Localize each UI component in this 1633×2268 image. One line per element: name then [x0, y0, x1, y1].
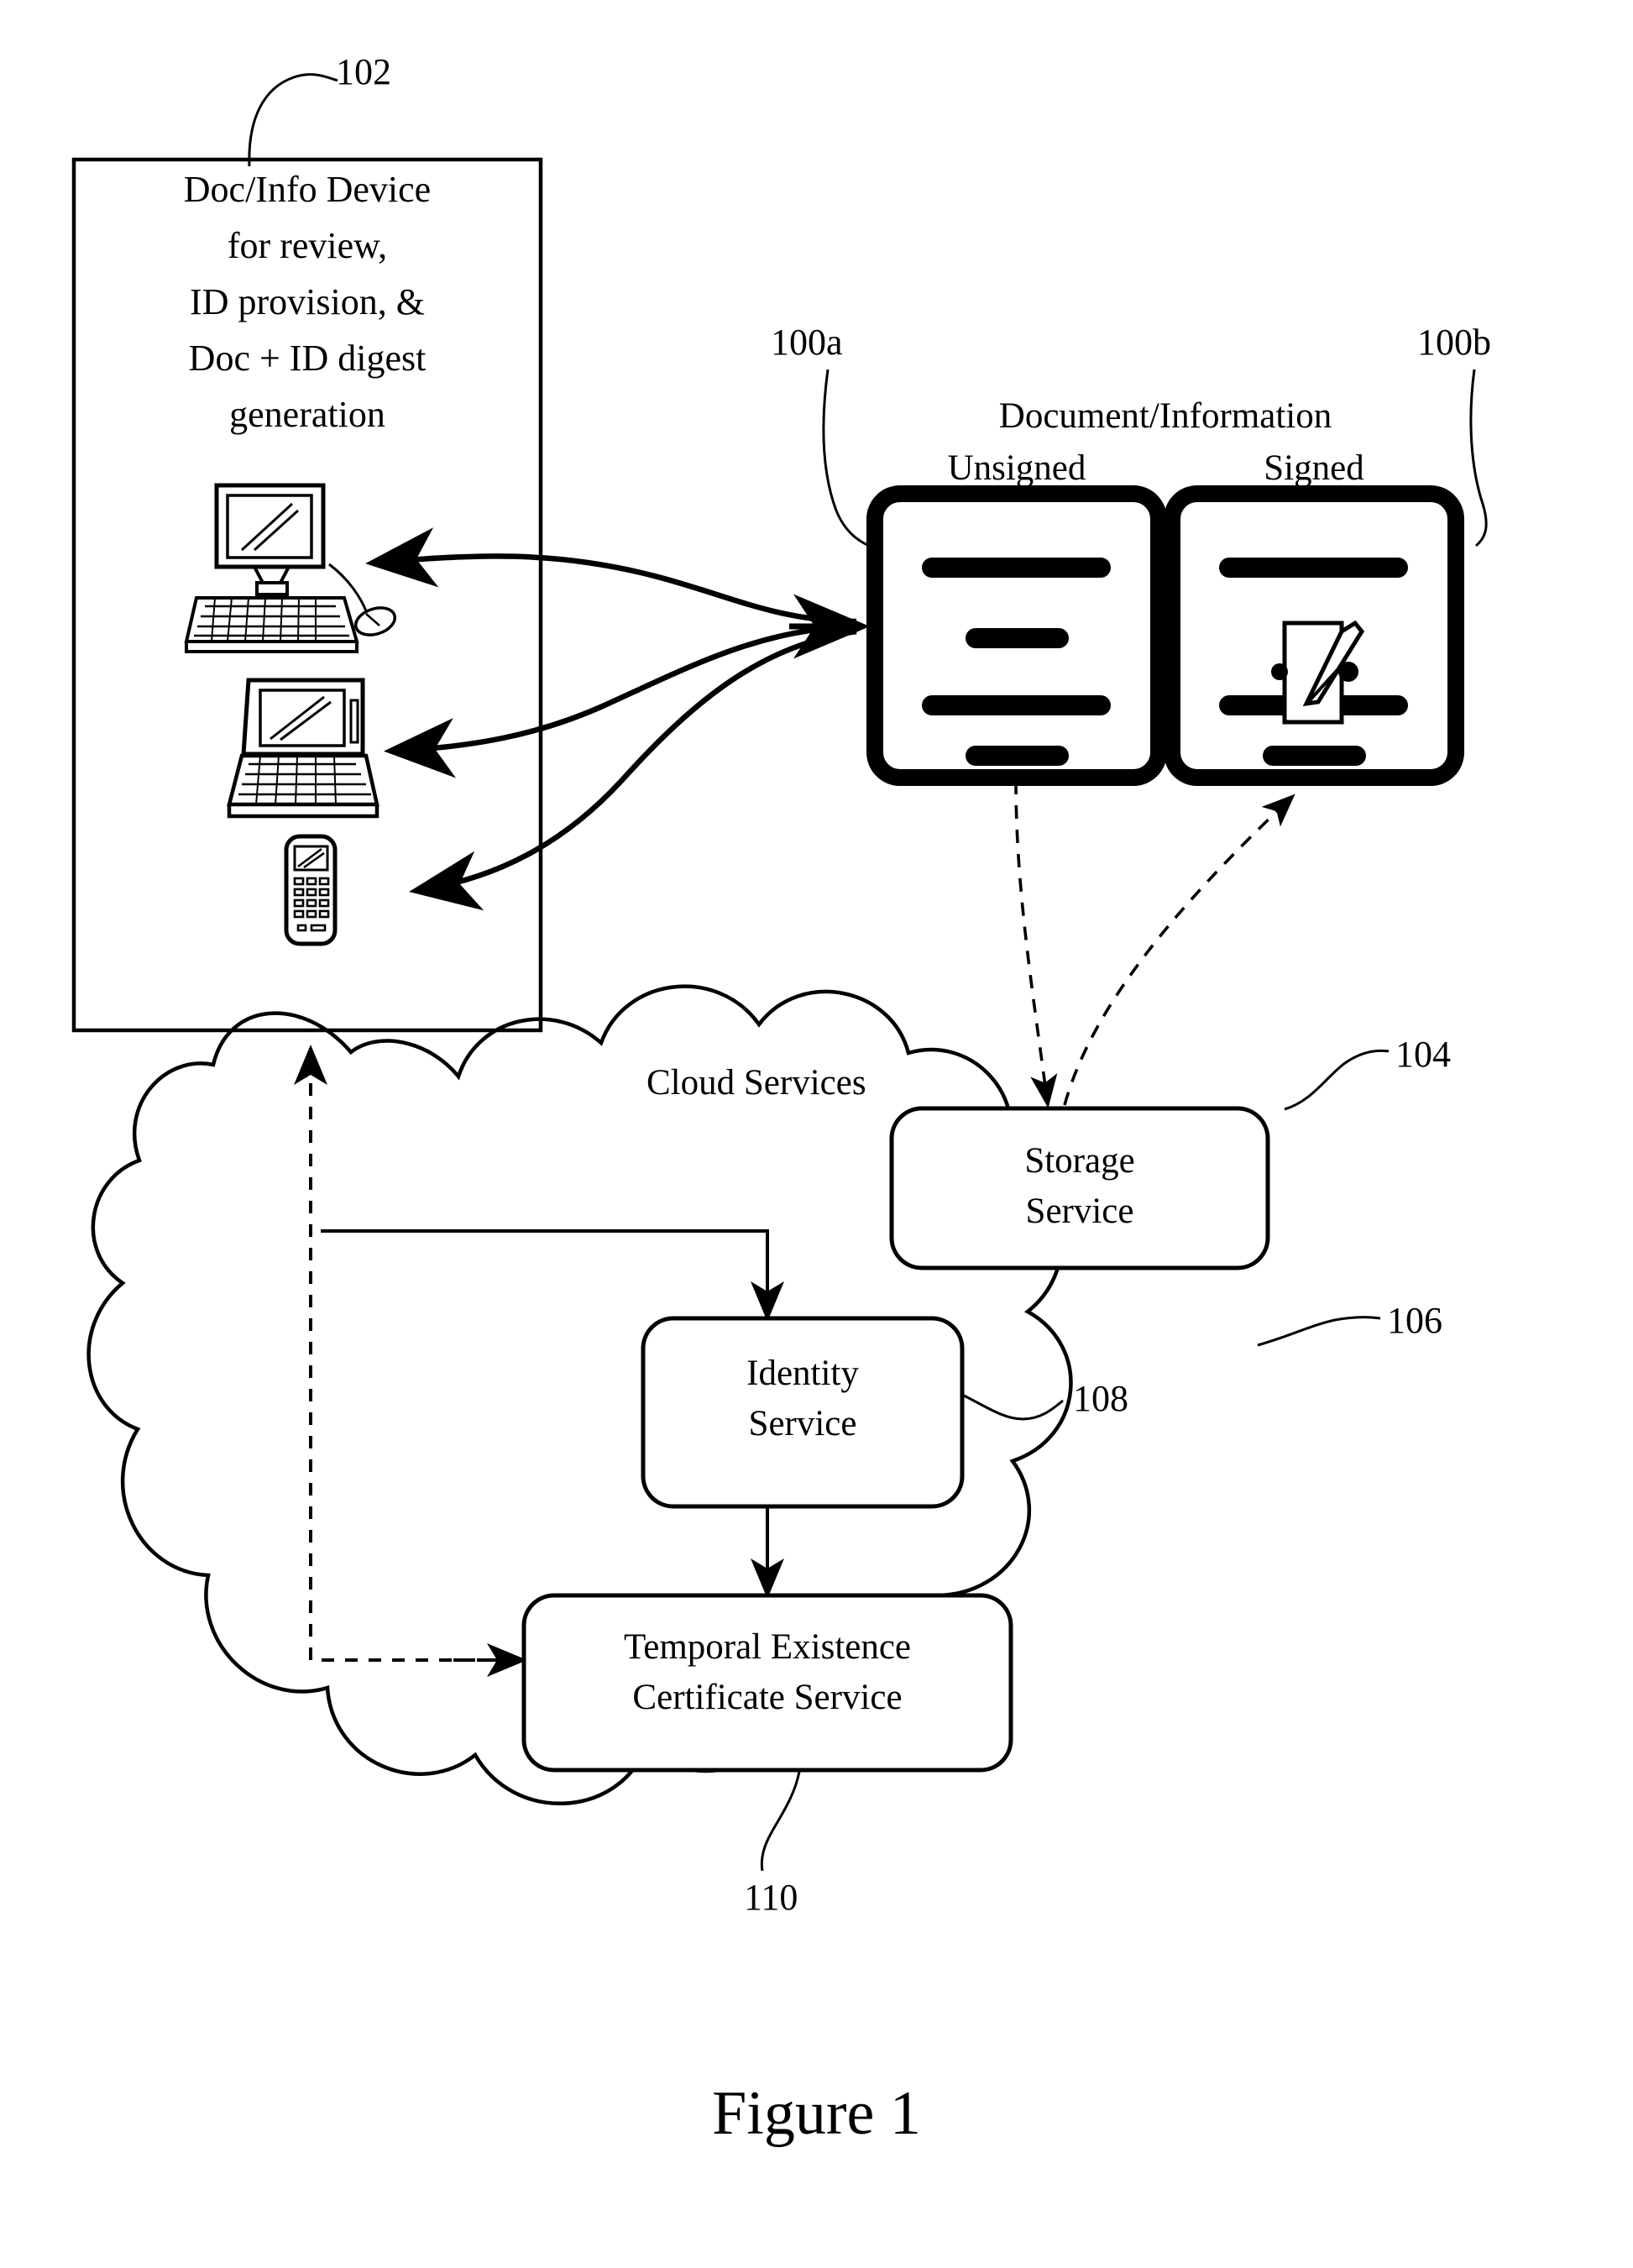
identity-service-label-line-2: Service	[748, 1404, 857, 1443]
documents-header: Document/Information	[998, 396, 1332, 436]
patent-figure-1: 102 Doc/Info Device for review, ID provi…	[0, 0, 1633, 2268]
figure-caption: Figure 1	[712, 2079, 921, 2148]
ref-number-108: 108	[1073, 1378, 1128, 1419]
leader-106	[1257, 1316, 1381, 1347]
document-storage-dashed-connectors	[1014, 780, 1295, 1108]
signed-document-box	[1164, 485, 1464, 786]
ref-number-106: 106	[1387, 1300, 1442, 1341]
cloud-services-label: Cloud Services	[646, 1063, 866, 1103]
mobile-phone-icon	[284, 834, 338, 946]
ref-number-102: 102	[336, 51, 391, 92]
identity-service-label-line-1: Identity	[746, 1354, 859, 1393]
ref-number-100a: 100a	[771, 322, 843, 363]
temporal-service-label-line-2: Certificate Service	[632, 1678, 903, 1717]
unsigned-document-label: Unsigned	[947, 448, 1086, 488]
device-box-label-line-1: Doc/Info Device	[183, 169, 432, 210]
temporal-service-label-line-1: Temporal Existence	[623, 1627, 912, 1667]
leader-102	[248, 73, 338, 167]
leader-110	[760, 1771, 801, 1872]
ref-number-104: 104	[1395, 1034, 1451, 1075]
laptop-computer-icon	[227, 678, 379, 819]
dashed-storage-to-signed	[1063, 794, 1295, 1106]
leader-104	[1284, 1049, 1390, 1111]
dashed-unsigned-to-storage	[1014, 780, 1058, 1108]
device-box-label-line-5: generation	[229, 394, 385, 435]
device-document-connectors	[365, 527, 870, 911]
device-box-label-line-3: ID provision, &	[190, 281, 425, 322]
line-top-to-identity	[321, 1229, 784, 1322]
ref-number-100b: 100b	[1417, 322, 1491, 363]
storage-service-label-line-1: Storage	[1024, 1141, 1135, 1181]
leader-100b	[1469, 369, 1488, 547]
ref-number-110: 110	[744, 1877, 798, 1918]
leader-108	[963, 1394, 1064, 1421]
desktop-computer-icon	[184, 483, 397, 653]
device-box-label-line-4: Doc + ID digest	[188, 338, 427, 379]
arrow-desktop-document	[365, 527, 857, 625]
dashed-temporal-to-device	[294, 1045, 522, 1662]
storage-service-label-line-2: Service	[1025, 1192, 1134, 1231]
device-box-label-line-2: for review,	[227, 225, 388, 266]
arrow-phone-document	[409, 628, 857, 911]
signed-document-label: Signed	[1264, 448, 1364, 488]
unsigned-document-box	[866, 485, 1167, 786]
arrow-laptop-document	[384, 622, 857, 778]
